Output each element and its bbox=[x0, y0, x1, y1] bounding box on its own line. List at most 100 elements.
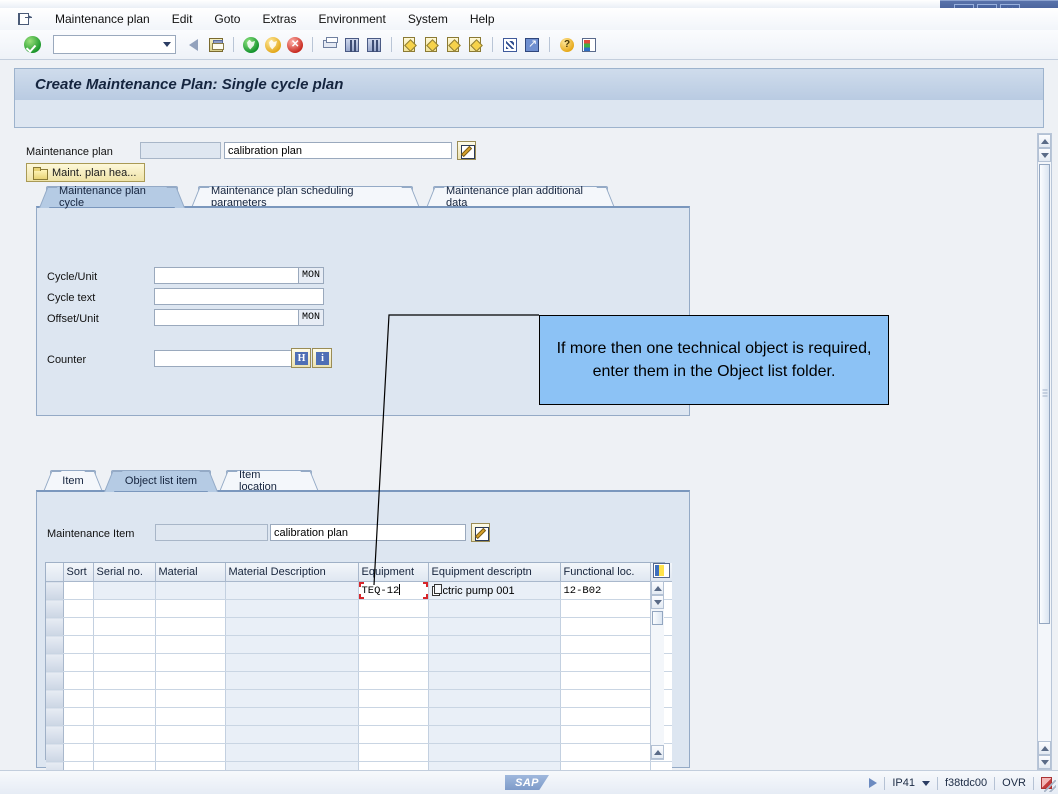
cell-sort[interactable] bbox=[63, 743, 94, 762]
cell-material_desc[interactable] bbox=[225, 689, 359, 708]
cell-serial[interactable] bbox=[93, 671, 156, 690]
first-page-icon[interactable] bbox=[399, 35, 419, 55]
cell-material[interactable] bbox=[155, 635, 226, 654]
page-scroll-up-icon[interactable] bbox=[1038, 134, 1051, 148]
row-selector[interactable] bbox=[46, 671, 64, 690]
table-row[interactable] bbox=[46, 653, 672, 672]
menu-environment[interactable]: Environment bbox=[307, 8, 396, 30]
cell-serial[interactable] bbox=[93, 743, 156, 762]
cell-material-description[interactable] bbox=[225, 581, 359, 600]
find-icon[interactable] bbox=[342, 35, 362, 55]
row-selector[interactable] bbox=[46, 743, 64, 762]
cell-equipment[interactable] bbox=[358, 599, 429, 618]
column-header-material[interactable]: Material bbox=[155, 563, 226, 582]
cell-material[interactable] bbox=[155, 725, 226, 744]
cell-equipment_desc[interactable] bbox=[428, 635, 561, 654]
cell-material_desc[interactable] bbox=[225, 725, 359, 744]
table-row[interactable] bbox=[46, 671, 672, 690]
tab-item[interactable]: Item bbox=[43, 470, 103, 492]
command-input[interactable] bbox=[54, 37, 154, 52]
cell-sort[interactable] bbox=[63, 725, 94, 744]
tab-object-list-item[interactable]: Object list item bbox=[104, 470, 218, 492]
maintenance-plan-description-input[interactable] bbox=[224, 142, 452, 159]
cell-functional_loc[interactable] bbox=[560, 617, 651, 636]
cell-equipment[interactable]: TEQ-12 bbox=[358, 581, 429, 600]
row-selector-header[interactable] bbox=[46, 563, 64, 582]
cell-serial[interactable] bbox=[93, 653, 156, 672]
customize-local-layout-icon[interactable] bbox=[579, 35, 599, 55]
column-header-functional-location[interactable]: Functional loc. bbox=[560, 563, 651, 582]
print-icon[interactable] bbox=[320, 35, 340, 55]
column-header-sort[interactable]: Sort bbox=[63, 563, 94, 582]
cell-material_desc[interactable] bbox=[225, 743, 359, 762]
cell-sort[interactable] bbox=[63, 617, 94, 636]
cell-material_desc[interactable] bbox=[225, 671, 359, 690]
scroll-up-icon[interactable] bbox=[651, 581, 664, 595]
cell-equipment-description[interactable]: ctric pump 001 bbox=[428, 581, 561, 600]
maint-plan-header-button[interactable]: Maint. plan hea... bbox=[26, 163, 146, 182]
counter-measuring-point-icon[interactable]: H bbox=[291, 348, 311, 368]
cell-equipment[interactable] bbox=[358, 617, 429, 636]
cycle-unit-input[interactable] bbox=[154, 267, 317, 284]
row-selector[interactable] bbox=[46, 707, 64, 726]
cell-equipment_desc[interactable] bbox=[428, 671, 561, 690]
cell-equipment[interactable] bbox=[358, 743, 429, 762]
row-selector[interactable] bbox=[46, 581, 64, 600]
cell-serial[interactable] bbox=[93, 725, 156, 744]
cell-equipment_desc[interactable] bbox=[428, 599, 561, 618]
cell-functional_loc[interactable] bbox=[560, 653, 651, 672]
cell-equipment[interactable] bbox=[358, 725, 429, 744]
cell-functional_loc[interactable] bbox=[560, 635, 651, 654]
cell-functional-location[interactable]: 12-B02 bbox=[560, 581, 651, 600]
menu-goto[interactable]: Goto bbox=[203, 8, 251, 30]
tab-maintenance-plan-scheduling-parameters[interactable]: Maintenance plan scheduling parameters bbox=[191, 185, 420, 209]
cell-material_desc[interactable] bbox=[225, 599, 359, 618]
cell-material[interactable] bbox=[155, 653, 226, 672]
exit-yellow-icon[interactable] bbox=[263, 35, 283, 55]
page-scrollbar-thumb[interactable] bbox=[1039, 164, 1050, 624]
table-scrollbar-thumb[interactable] bbox=[652, 611, 663, 625]
cell-sort[interactable] bbox=[63, 581, 94, 600]
row-selector[interactable] bbox=[46, 635, 64, 654]
page-scroll-down-bottom-icon[interactable] bbox=[1038, 755, 1051, 769]
column-header-equipment-description[interactable]: Equipment descriptn bbox=[428, 563, 561, 582]
menu-extras[interactable]: Extras bbox=[251, 8, 307, 30]
help-icon[interactable]: ? bbox=[557, 35, 577, 55]
maintenance-item-number-input[interactable] bbox=[155, 524, 268, 541]
page-scroll-up-bottom-icon[interactable] bbox=[1038, 741, 1051, 755]
maintenance-plan-number-input[interactable] bbox=[140, 142, 221, 159]
new-session-icon[interactable] bbox=[500, 35, 520, 55]
cycle-unit-uom[interactable]: MON bbox=[298, 267, 324, 284]
column-header-equipment[interactable]: Equipment bbox=[358, 563, 429, 582]
scroll-down-icon[interactable] bbox=[651, 595, 664, 609]
tab-item-location[interactable]: Item location bbox=[219, 469, 319, 493]
menu-help[interactable]: Help bbox=[459, 8, 506, 30]
tab-maintenance-plan-additional-data[interactable]: Maintenance plan additional data bbox=[426, 185, 615, 209]
cell-sort[interactable] bbox=[63, 671, 94, 690]
table-row[interactable] bbox=[46, 599, 672, 618]
resize-grip[interactable] bbox=[1044, 780, 1056, 792]
cell-equipment[interactable] bbox=[358, 707, 429, 726]
last-page-icon[interactable] bbox=[465, 35, 485, 55]
table-scrollbar[interactable] bbox=[650, 581, 664, 760]
find-next-icon[interactable] bbox=[364, 35, 384, 55]
menu-edit[interactable]: Edit bbox=[161, 8, 204, 30]
cell-equipment_desc[interactable] bbox=[428, 707, 561, 726]
table-row[interactable] bbox=[46, 617, 672, 636]
row-selector[interactable] bbox=[46, 689, 64, 708]
offset-unit-uom[interactable]: MON bbox=[298, 309, 324, 326]
chevron-down-icon[interactable] bbox=[163, 42, 171, 47]
cell-functional_loc[interactable] bbox=[560, 689, 651, 708]
cell-serial[interactable] bbox=[93, 707, 156, 726]
cell-functional_loc[interactable] bbox=[560, 743, 651, 762]
menu-maintenance-plan[interactable]: Maintenance plan bbox=[44, 8, 161, 30]
cell-sort[interactable] bbox=[63, 689, 94, 708]
cell-equipment[interactable] bbox=[358, 671, 429, 690]
counter-info-icon[interactable]: i bbox=[312, 348, 332, 368]
table-row[interactable] bbox=[46, 707, 672, 726]
cell-serial[interactable] bbox=[93, 581, 156, 600]
back-icon[interactable] bbox=[184, 35, 204, 55]
cell-serial[interactable] bbox=[93, 635, 156, 654]
cell-material_desc[interactable] bbox=[225, 707, 359, 726]
row-selector[interactable] bbox=[46, 599, 64, 618]
